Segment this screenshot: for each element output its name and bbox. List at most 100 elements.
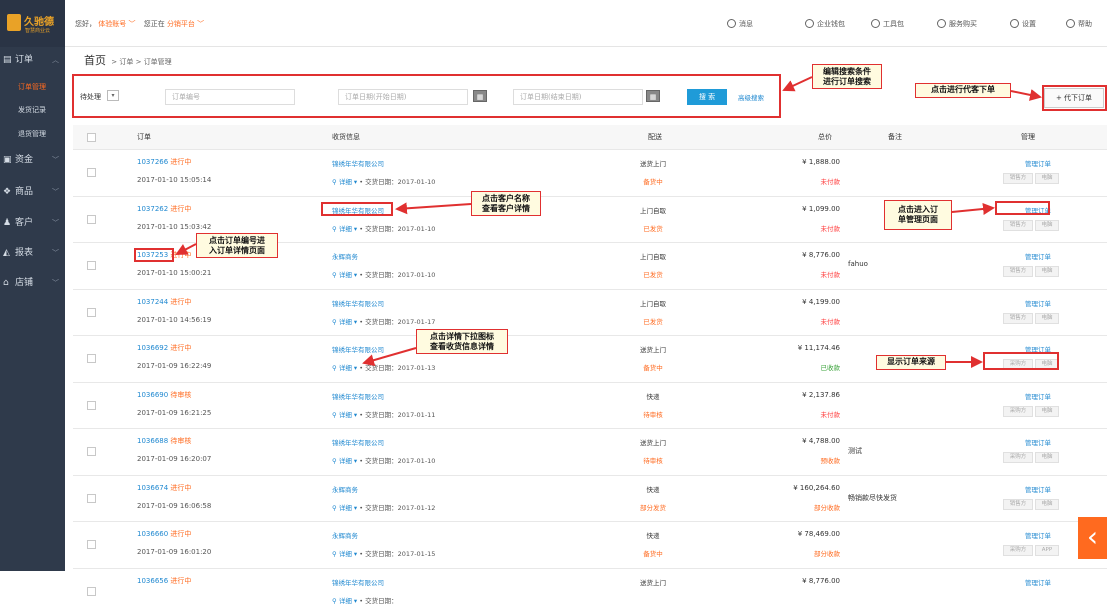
customer-link[interactable]: 永辉商务 (332, 484, 358, 494)
sidebar-item-funds[interactable]: ▣资金﹀ (0, 148, 65, 172)
row-checkbox[interactable] (87, 447, 96, 456)
manage-order-link[interactable]: 管理订单 (1008, 158, 1068, 168)
sidebar-item-order[interactable]: ▤订单︿ (0, 48, 65, 72)
detail-dropdown[interactable]: 详细 ▾ (339, 411, 357, 419)
customer-link[interactable]: 锦绣年华有限公司 (332, 437, 384, 447)
header-customer: 收货信息 (332, 125, 360, 149)
row-checkbox[interactable] (87, 261, 96, 270)
platform-dropdown[interactable]: 分销平台 ﹀ (167, 20, 204, 28)
sidebar-item-reports[interactable]: ◭报表﹀ (0, 241, 65, 265)
ship-method: 快递 (618, 391, 688, 401)
detail-dropdown[interactable]: 详细 ▾ (339, 318, 357, 326)
manage-order-link[interactable]: 管理订单 (1008, 484, 1068, 494)
source-device-tag: 电脑 (1035, 499, 1059, 510)
customer-link[interactable]: 锦绣年华有限公司 (332, 391, 384, 401)
search-button[interactable]: 搜 索 (687, 89, 727, 105)
order-number-link[interactable]: 1036688 待审核 (137, 436, 191, 446)
document-icon: ▤ (3, 48, 15, 72)
row-checkbox[interactable] (87, 308, 96, 317)
account-dropdown[interactable]: 体验账号 ﹀ (98, 20, 135, 28)
manage-order-link[interactable]: 管理订单 (1008, 437, 1068, 447)
start-date-input[interactable]: 订单日期(开始日期) (338, 89, 468, 105)
service-button[interactable]: 服务购买 (937, 19, 977, 29)
ship-method: 送货上门 (618, 577, 688, 587)
customer-link[interactable]: 锦绣年华有限公司 (332, 344, 384, 354)
detail-dropdown[interactable]: 详细 ▾ (339, 271, 357, 279)
customer-link[interactable]: 锦绣年华有限公司 (332, 158, 384, 168)
order-number-link[interactable]: 1037262 进行中 (137, 204, 191, 214)
header-manage: 管理 (1021, 125, 1035, 149)
source-role-tag: 采购方 (1003, 406, 1033, 417)
manage-order-link[interactable]: 管理订单 (1008, 251, 1068, 261)
order-no-highlight-box (134, 248, 174, 262)
row-checkbox[interactable] (87, 354, 96, 363)
sidebar-item-products[interactable]: ❖商品﹀ (0, 180, 65, 204)
help-button[interactable]: 帮助 (1066, 19, 1092, 29)
manage-order-link[interactable]: 管理订单 (1008, 391, 1068, 401)
delivery-info: ⚲ 详细 ▾ • 交货日期：2017-01-13 (332, 362, 435, 372)
detail-dropdown[interactable]: 详细 ▾ (339, 597, 357, 605)
manage-order-link[interactable]: 管理订单 (1008, 577, 1068, 587)
settings-button[interactable]: 设置 (1010, 19, 1036, 29)
detail-dropdown[interactable]: 详细 ▾ (339, 178, 357, 186)
sidebar-sub-order-manage[interactable]: 订单管理 (0, 76, 65, 98)
top-bar: 您好， 体验账号 ﹀ 您正在 分销平台 ﹀ 消息 企业钱包 工具包 服务购买 设… (65, 0, 1107, 47)
order-number-link[interactable]: 1036656 进行中 (137, 576, 191, 586)
row-checkbox[interactable] (87, 494, 96, 503)
row-checkbox[interactable] (87, 587, 96, 596)
order-number-link[interactable]: 1036692 进行中 (137, 343, 191, 353)
customer-link[interactable]: 永辉商务 (332, 251, 358, 261)
order-number-link[interactable]: 1037266 进行中 (137, 157, 191, 167)
order-number-link[interactable]: 1037244 进行中 (137, 297, 191, 307)
table-row (73, 428, 1107, 475)
detail-dropdown[interactable]: 详细 ▾ (339, 457, 357, 465)
ship-status: 备货中 (618, 548, 688, 558)
detail-dropdown[interactable]: 详细 ▾ (339, 504, 357, 512)
table-row (73, 149, 1107, 196)
customer-link[interactable]: 锦绣年华有限公司 (332, 577, 384, 587)
payment-status: 未付款 (770, 176, 840, 186)
order-number-link[interactable]: 1036660 进行中 (137, 529, 191, 539)
sidebar-item-store[interactable]: ⌂店铺﹀ (0, 271, 65, 295)
annotation-customer: 点击客户名称 查看客户详情 (471, 191, 541, 216)
sidebar-item-customers[interactable]: ♟客户﹀ (0, 211, 65, 235)
customer-link[interactable]: 锦绣年华有限公司 (332, 298, 384, 308)
calendar-icon[interactable]: ▦ (646, 90, 660, 102)
row-checkbox[interactable] (87, 540, 96, 549)
detail-dropdown[interactable]: 详细 ▾ (339, 225, 357, 233)
delivery-info: ⚲ 详细 ▾ • 交货日期：2017-01-10 (332, 223, 435, 233)
order-number-link[interactable]: 1036690 待审核 (137, 390, 191, 400)
detail-dropdown[interactable]: 详细 ▾ (339, 364, 357, 372)
logo[interactable]: 久驰德 智慧商业云 (0, 0, 65, 47)
breadcrumb-order[interactable]: 订单 (119, 58, 133, 66)
sidebar-sub-shipping-records[interactable]: 发货记录 (0, 99, 65, 121)
customer-link[interactable]: 永辉商务 (332, 530, 358, 540)
chevron-up-icon: ︿ (52, 48, 59, 72)
row-checkbox[interactable] (87, 215, 96, 224)
status-dropdown-icon[interactable]: ▾ (107, 90, 119, 101)
advanced-search-link[interactable]: 高级搜索 (738, 92, 764, 102)
toolkit-button[interactable]: 工具包 (871, 19, 904, 29)
messages-button[interactable]: 消息 (727, 19, 753, 29)
detail-dropdown[interactable]: 详细 ▾ (339, 550, 357, 558)
order-time: 2017-01-10 15:00:21 (137, 269, 211, 277)
calendar-icon[interactable]: ▦ (473, 90, 487, 102)
order-no-input[interactable]: 订单编号 (165, 89, 295, 105)
select-all-checkbox[interactable] (87, 133, 96, 142)
table-row (73, 289, 1107, 336)
collapse-panel-button[interactable]: ‹ (1078, 517, 1107, 559)
manage-order-link[interactable]: 管理订单 (1008, 298, 1068, 308)
manage-order-link[interactable]: 管理订单 (1008, 530, 1068, 540)
sidebar-sub-returns[interactable]: 退货管理 (0, 123, 65, 145)
annotation-order-no: 点击订单编号进 入订单详情页面 (196, 233, 278, 258)
ship-method: 快递 (618, 484, 688, 494)
row-checkbox[interactable] (87, 401, 96, 410)
order-number-link[interactable]: 1036674 进行中 (137, 483, 191, 493)
ship-method: 上门自取 (618, 298, 688, 308)
row-checkbox[interactable] (87, 168, 96, 177)
order-time: 2017-01-10 15:05:14 (137, 176, 211, 184)
customers-icon: ♟ (3, 211, 15, 235)
breadcrumb-home[interactable]: 首页 (84, 54, 106, 67)
end-date-input[interactable]: 订单日期(结束日期) (513, 89, 643, 105)
wallet-button[interactable]: 企业钱包 (805, 19, 845, 29)
